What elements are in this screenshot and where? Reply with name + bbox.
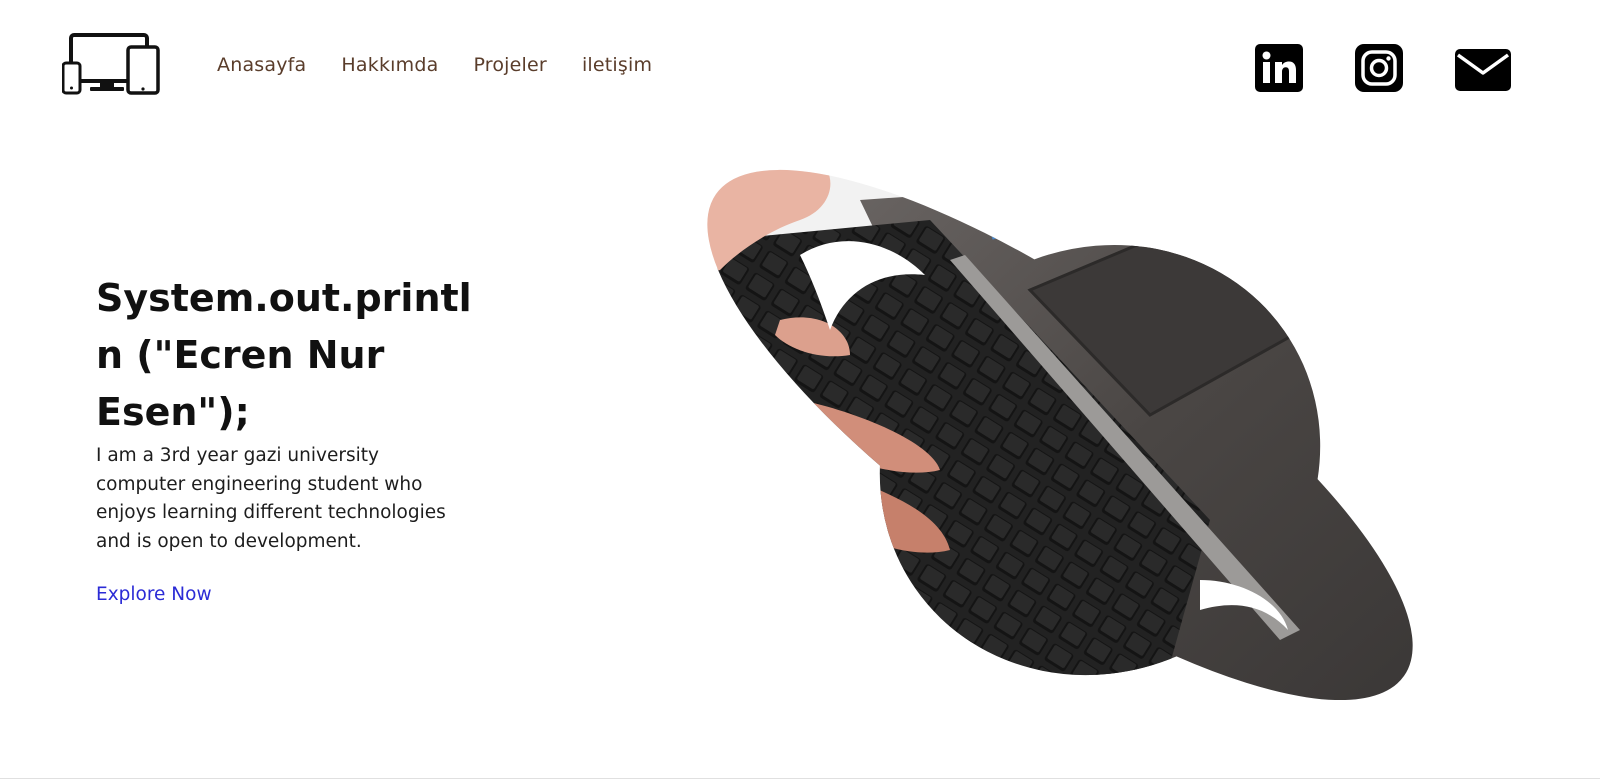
explore-now-link[interactable]: Explore Now xyxy=(96,584,212,605)
linkedin-icon[interactable] xyxy=(1255,44,1303,92)
nav-item-projeler[interactable]: Projeler xyxy=(473,54,547,76)
devices-icon[interactable] xyxy=(62,33,160,96)
hero-title: System.out.println ("Ecren Nur Esen"); xyxy=(96,276,472,434)
instagram-icon[interactable] xyxy=(1355,44,1403,92)
nav-item-anasayfa[interactable]: Anasayfa xyxy=(217,54,306,76)
nav-item-hakkimda[interactable]: Hakkımda xyxy=(341,54,438,76)
main-nav: Anasayfa Hakkımda Projeler iletişim xyxy=(217,54,687,76)
hero-description: I am a 3rd year gazi university computer… xyxy=(96,445,446,552)
nav-item-iletisim[interactable]: iletişim xyxy=(582,54,652,76)
hero-planet-image xyxy=(680,160,1440,700)
page: Anasayfa Hakkımda Projeler iletişim Syst… xyxy=(0,0,1600,780)
mail-icon[interactable] xyxy=(1455,46,1511,94)
page-divider xyxy=(0,778,1600,779)
